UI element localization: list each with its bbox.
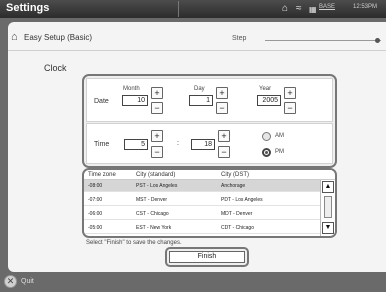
timezone-scrollbar[interactable]: ▲ ▼ (320, 180, 335, 236)
city-dst-cell: CDT - Chicago (221, 225, 254, 231)
hour-decrement-button[interactable]: − (151, 146, 163, 158)
year-decrement-button[interactable]: − (284, 102, 296, 114)
month-label: Month (123, 86, 140, 92)
clock-section-label: Clock (44, 63, 67, 73)
am-label: AM (275, 133, 284, 139)
hour-increment-button[interactable]: + (151, 130, 163, 142)
window-title: Settings (6, 2, 50, 14)
quit-button-label[interactable]: Quit (21, 278, 34, 285)
home-icon[interactable]: ⌂ (11, 31, 18, 43)
day-label: Day (194, 86, 205, 92)
scroll-down-button[interactable]: ▼ (322, 222, 334, 234)
column-header-time-zone: Time zone (88, 172, 116, 178)
column-header-city-standard: City (standard) (136, 172, 176, 178)
zone-cell: -08:00 (88, 183, 103, 189)
title-divider (178, 1, 179, 17)
table-row[interactable]: -05:00 EST - New York CDT - Chicago (84, 222, 320, 234)
zone-cell: -06:00 (88, 211, 103, 217)
table-row[interactable]: -07:00 MST - Denver PDT - Los Angeles (84, 194, 320, 206)
page-title: Easy Setup (Basic) (24, 33, 93, 42)
city-standard-cell: PST - Los Angeles (136, 183, 178, 189)
scroll-up-button[interactable]: ▲ (322, 181, 334, 193)
pm-radio[interactable] (262, 148, 271, 157)
month-input[interactable]: 10 (122, 95, 148, 106)
am-radio[interactable] (262, 132, 271, 141)
minute-increment-button[interactable]: + (218, 130, 230, 142)
title-bar: Settings ⌂ ≈ ▦ BASE 12:53PM (0, 0, 386, 18)
network-label: BASE (319, 4, 336, 10)
column-header-city-dst: City (DST) (221, 172, 249, 178)
minute-decrement-button[interactable]: − (218, 146, 230, 158)
table-row[interactable]: -08:00 PST - Los Angeles Anchorage (84, 180, 320, 192)
day-increment-button[interactable]: + (216, 87, 228, 99)
year-increment-button[interactable]: + (284, 87, 296, 99)
city-standard-cell: EST - New York (136, 225, 172, 231)
bottom-bar (0, 272, 386, 292)
year-label: Year (259, 86, 272, 92)
wireless-icon: ≈ (296, 3, 302, 14)
city-dst-cell: PDT - Los Angeles (221, 197, 263, 203)
city-standard-cell: MST - Denver (136, 197, 168, 203)
clock-time: 12:53PM (353, 4, 378, 10)
year-input[interactable]: 2005 (257, 95, 281, 106)
step-label: Step (232, 35, 247, 42)
time-separator: : (177, 140, 179, 147)
save-hint: Select "Finish" to save the changes. (86, 240, 182, 246)
time-subpanel: Time 5 + − : 18 + − AM PM (86, 123, 333, 164)
day-decrement-button[interactable]: − (216, 102, 228, 114)
step-progress-knob (375, 38, 380, 43)
city-dst-cell: MDT - Denver (221, 211, 253, 217)
home-network-icon: ⌂ (282, 3, 289, 14)
timezone-table: Time zone City (standard) City (DST) -08… (82, 168, 337, 238)
zone-cell: -07:00 (88, 197, 103, 203)
month-decrement-button[interactable]: − (151, 102, 163, 114)
city-dst-cell: Anchorage (221, 183, 246, 189)
minute-input[interactable]: 18 (191, 139, 215, 150)
month-increment-button[interactable]: + (151, 87, 163, 99)
finish-button-frame: Finish (165, 247, 249, 267)
date-subpanel: Date Month 10 + − Day 1 + − Year 2005 + … (86, 78, 333, 122)
time-label: Time (94, 141, 110, 148)
finish-button[interactable]: Finish (169, 251, 245, 263)
hour-input[interactable]: 5 (124, 139, 148, 150)
step-progress-track (265, 40, 381, 41)
date-time-panel: Date Month 10 + − Day 1 + − Year 2005 + … (82, 74, 337, 168)
pm-label: PM (275, 149, 284, 155)
header-divider (8, 50, 386, 51)
city-standard-cell: CST - Chicago (136, 211, 169, 217)
date-label: Date (94, 98, 109, 105)
timezone-table-header: Time zone City (standard) City (DST) (84, 170, 335, 180)
day-input[interactable]: 1 (189, 95, 213, 106)
base-icon: ▦ (309, 5, 317, 14)
zone-cell: -05:00 (88, 225, 103, 231)
scroll-thumb[interactable] (324, 196, 332, 218)
table-row[interactable]: -06:00 CST - Chicago MDT - Denver (84, 208, 320, 220)
quit-icon[interactable]: ✕ (4, 275, 17, 288)
